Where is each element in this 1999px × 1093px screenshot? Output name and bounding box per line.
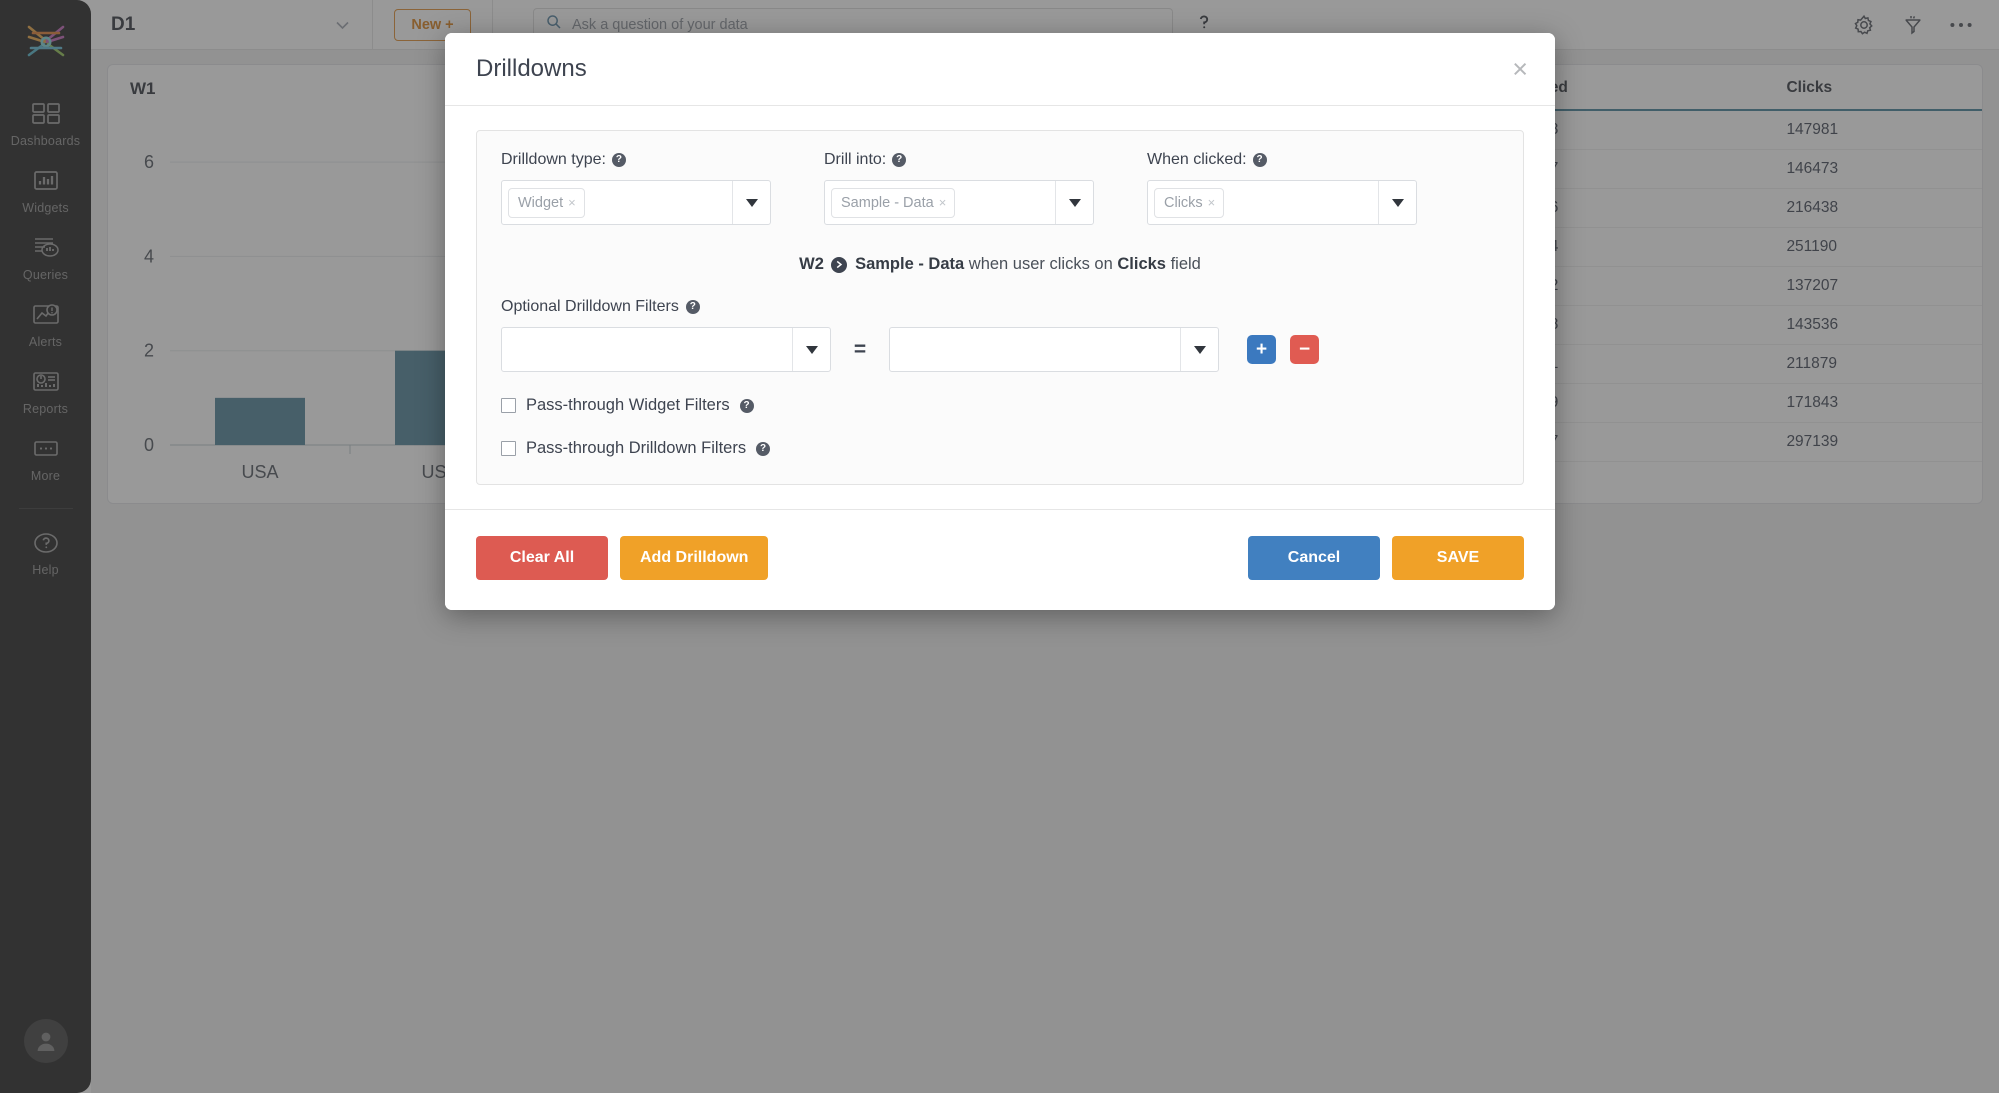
field-when-clicked: When clicked: ? Clicks × (1147, 151, 1417, 225)
field-drill-into: Drill into: ? Sample - Data × (824, 151, 1094, 225)
summary-target: Sample - Data (855, 255, 965, 273)
drilldown-type-select-body[interactable]: Widget × (502, 181, 732, 224)
chip-label: Sample - Data (841, 194, 934, 211)
help-icon[interactable]: ? (892, 153, 907, 167)
drilldowns-modal: Drilldowns × Drilldown type: ? Widget × … (445, 33, 1555, 610)
chip-remove-icon[interactable]: × (939, 195, 947, 210)
chip-label: Widget (518, 194, 564, 211)
drilldown-type-label: Drilldown type: (501, 151, 606, 168)
drilldown-summary: W2 Sample - Data when user clicks on Cli… (501, 255, 1499, 274)
passthrough-drilldown-filters-checkbox[interactable] (501, 441, 516, 456)
when-clicked-select-body[interactable]: Clicks × (1148, 181, 1378, 224)
summary-middle-text: when user clicks on (968, 255, 1113, 273)
help-icon[interactable]: ? (739, 398, 754, 413)
filter-value-value[interactable] (890, 328, 1180, 371)
passthrough-widget-filters-row: Pass-through Widget Filters ? (501, 396, 1499, 415)
caret-down-icon[interactable] (792, 328, 830, 371)
arrow-right-circle-icon (831, 256, 848, 273)
summary-source: W2 (799, 255, 824, 273)
drill-into-label-wrap: Drill into: ? (824, 151, 1094, 169)
caret-down-icon[interactable] (1180, 328, 1218, 371)
optional-filters-label: Optional Drilldown Filters (501, 298, 679, 315)
drilldown-type-chip: Widget × (508, 187, 585, 218)
caret-down-icon[interactable] (1055, 181, 1093, 224)
app-root: Dashboards Widgets (0, 0, 1999, 1093)
clear-all-button[interactable]: Clear All (476, 536, 608, 580)
modal-footer: Clear All Add Drilldown Cancel SAVE (445, 509, 1555, 610)
passthrough-widget-filters-label: Pass-through Widget Filters (526, 396, 730, 414)
cancel-button[interactable]: Cancel (1248, 536, 1380, 580)
drilldown-type-label-wrap: Drilldown type: ? (501, 151, 771, 169)
drilldown-type-select[interactable]: Widget × (501, 180, 771, 225)
filter-action-buttons: + − (1247, 335, 1319, 364)
close-icon[interactable]: × (1512, 55, 1528, 83)
drilldown-fields-row: Drilldown type: ? Widget × Drill into: ?… (501, 151, 1499, 225)
help-icon[interactable]: ? (611, 153, 626, 167)
when-clicked-chip: Clicks × (1154, 187, 1225, 218)
remove-filter-button[interactable]: − (1290, 335, 1319, 364)
caret-down-icon[interactable] (1378, 181, 1416, 224)
drill-into-label: Drill into: (824, 151, 887, 168)
help-icon[interactable]: ? (756, 441, 771, 456)
drill-into-select-body[interactable]: Sample - Data × (825, 181, 1055, 224)
when-clicked-label-wrap: When clicked: ? (1147, 151, 1417, 169)
save-button[interactable]: SAVE (1392, 536, 1524, 580)
filter-row: = + − (501, 327, 1499, 372)
add-filter-button[interactable]: + (1247, 335, 1276, 364)
add-drilldown-button[interactable]: Add Drilldown (620, 536, 769, 580)
when-clicked-select[interactable]: Clicks × (1147, 180, 1417, 225)
drill-into-chip: Sample - Data × (831, 187, 956, 218)
passthrough-drilldown-filters-label: Pass-through Drilldown Filters (526, 439, 747, 457)
modal-body: Drilldown type: ? Widget × Drill into: ?… (445, 106, 1555, 485)
passthrough-drilldown-filters-row: Pass-through Drilldown Filters ? (501, 439, 1499, 458)
caret-down-icon[interactable] (732, 181, 770, 224)
drilldown-config-panel: Drilldown type: ? Widget × Drill into: ?… (476, 130, 1524, 485)
modal-header: Drilldowns × (445, 33, 1555, 106)
help-icon[interactable]: ? (1252, 153, 1267, 167)
drill-into-select[interactable]: Sample - Data × (824, 180, 1094, 225)
modal-title: Drilldowns (476, 55, 587, 82)
chip-remove-icon[interactable]: × (568, 195, 576, 210)
when-clicked-label: When clicked: (1147, 151, 1247, 168)
optional-filters-label-wrap: Optional Drilldown Filters ? (501, 298, 1499, 316)
filter-field-value[interactable] (502, 328, 792, 371)
summary-suffix: field (1170, 255, 1201, 273)
filter-field-select[interactable] (501, 327, 831, 372)
filter-operator: = (853, 337, 867, 361)
summary-field: Clicks (1117, 255, 1166, 273)
passthrough-widget-filters-checkbox[interactable] (501, 398, 516, 413)
field-drilldown-type: Drilldown type: ? Widget × (501, 151, 771, 225)
help-icon[interactable]: ? (685, 300, 700, 314)
chip-label: Clicks (1164, 194, 1203, 211)
filter-value-select[interactable] (889, 327, 1219, 372)
chip-remove-icon[interactable]: × (1208, 195, 1216, 210)
